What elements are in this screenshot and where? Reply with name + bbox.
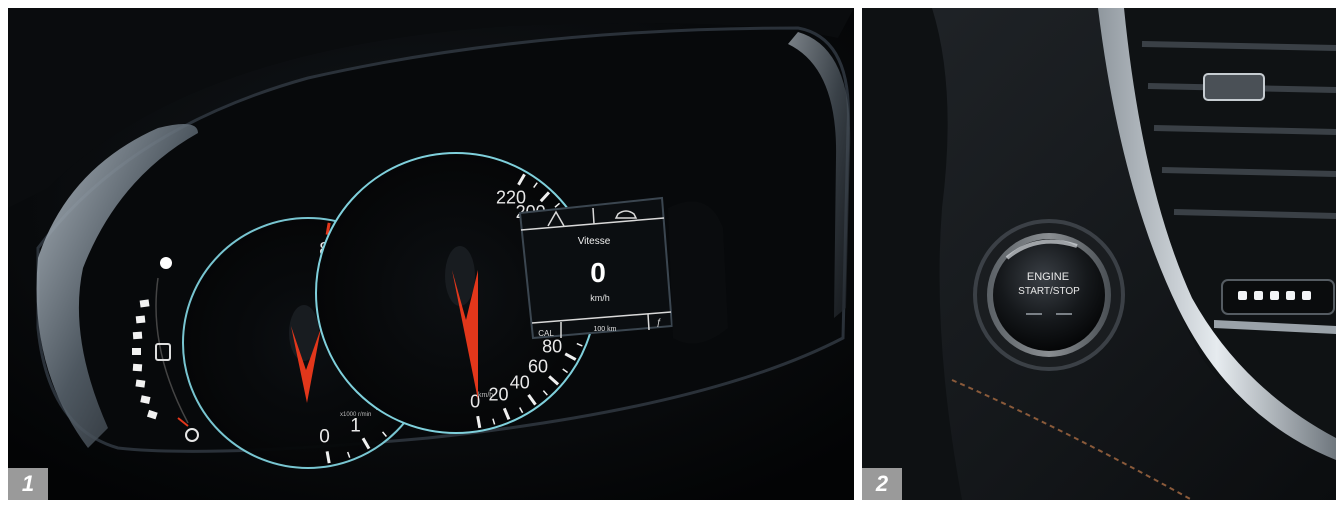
display-unit: km/h (590, 293, 610, 303)
gauge-label: 220 (496, 188, 526, 208)
engine-start-stop-button: ENGINE START/STOP (973, 219, 1125, 371)
display-footer-right-icon: ƒ (656, 317, 661, 327)
photo-number-badge: 1 (8, 468, 48, 500)
start-stop-button-photo: ENGINE START/STOP 2 (862, 8, 1336, 500)
gauge-label: 40 (510, 373, 530, 393)
instrument-cluster-photo: 012345678 x1000 r/min 020406080100120140… (8, 8, 854, 500)
button-label-line2: START/STOP (1018, 286, 1080, 297)
tachometer-unit-label: x1000 r/min (340, 412, 371, 418)
speedometer-unit-label: km/h (478, 392, 493, 399)
photo-number-badge: 2 (862, 468, 902, 500)
start-stop-illustration: ENGINE START/STOP (862, 8, 1336, 500)
driver-info-display: Vitesse 0 km/h CAL 100 km ƒ (518, 196, 674, 340)
vent-adjuster-tab (1203, 73, 1265, 101)
gauge-label: 0 (319, 427, 330, 448)
gauge-label: 80 (542, 336, 562, 356)
instrument-cluster-illustration: 012345678 x1000 r/min 020406080100120140… (8, 8, 854, 500)
gauge-label: 60 (528, 356, 548, 376)
display-footer-mid: 100 km (594, 326, 617, 333)
display-title: Vitesse (578, 236, 611, 247)
gauge-tick (476, 415, 482, 429)
gauge-label: 1 (350, 415, 361, 436)
button-label-line1: ENGINE (1027, 271, 1069, 283)
display-footer-left: CAL (538, 329, 554, 338)
display-value: 0 (590, 257, 606, 288)
gauge-tick (325, 451, 331, 464)
